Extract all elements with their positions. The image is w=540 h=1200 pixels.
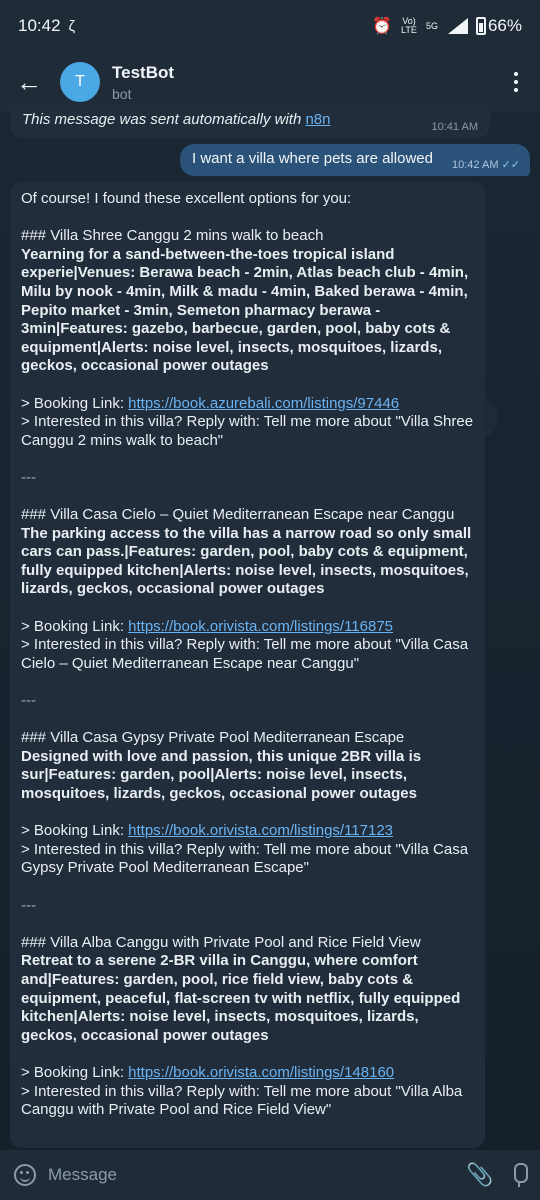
message-text: I want a villa where pets are allowed	[192, 150, 433, 167]
booking-line: > Booking Link: https://book.orivista.co…	[21, 617, 394, 635]
booking-link[interactable]: https://book.orivista.com/listings/11687…	[128, 618, 393, 635]
villa-heading: ### Villa Casa Gypsy Private Pool Medite…	[21, 729, 405, 747]
alarm-icon: ⏰	[372, 18, 392, 35]
separator: ---	[21, 896, 36, 914]
message-text: This message was sent automatically with	[22, 111, 306, 128]
message-time: 10:41 AM	[431, 121, 478, 133]
interest-line: > Interested in this villa? Reply with: …	[21, 840, 469, 877]
n8n-link[interactable]: n8n	[305, 111, 330, 128]
reply-intro: Of course! I found these excellent optio…	[21, 190, 352, 207]
interest-line: > Interested in this villa? Reply with: …	[21, 636, 469, 672]
incoming-message-partial: This message was sent automatically with…	[10, 104, 490, 138]
interest-line: > Interested in this villa? Reply with: …	[21, 1082, 463, 1119]
message-input[interactable]	[48, 1165, 466, 1185]
more-vert-icon[interactable]	[506, 72, 526, 92]
status-time: 10:42	[18, 16, 61, 35]
villa-details: Retreat to a serene 2-BR villa in Canggu…	[21, 952, 461, 1044]
booking-link[interactable]: https://book.azurebali.com/listings/9744…	[128, 395, 399, 412]
villa-details: Designed with love and passion, this uni…	[21, 747, 422, 802]
status-bar: 10:42 ζ ⏰ Vo) LTE 5G 66%	[0, 0, 540, 52]
booking-link[interactable]: https://book.orivista.com/listings/11712…	[128, 822, 393, 839]
avatar[interactable]: T	[60, 62, 100, 102]
network-type: 5G	[425, 20, 438, 31]
separator: ---	[21, 692, 36, 710]
chat-title-block[interactable]: TestBot bot	[112, 63, 174, 102]
booking-line: > Booking Link: https://book.azurebali.c…	[21, 394, 400, 412]
paperclip-icon[interactable]: 📎	[466, 1161, 494, 1189]
outgoing-message: I want a villa where pets are allowed 10…	[180, 144, 530, 176]
message-time: 10:42 AM ✓✓	[452, 159, 520, 171]
villa-details: Yearning for a sand-between-the-toes tro…	[21, 245, 469, 375]
villa-heading: ### Villa Alba Canggu with Private Pool …	[21, 933, 421, 951]
read-check-icon: ✓✓	[501, 159, 520, 171]
booking-line: > Booking Link: https://book.orivista.co…	[21, 1063, 395, 1081]
separator: ---	[21, 468, 36, 486]
incoming-message: Of course! I found these excellent optio…	[10, 182, 485, 1148]
villa-details: The parking access to the villa has a na…	[21, 524, 472, 598]
interest-line: > Interested in this villa? Reply with: …	[21, 413, 474, 449]
villa-heading: ### Villa Shree Canggu 2 mins walk to be…	[21, 227, 324, 245]
arrow-left-icon[interactable]: ←	[14, 69, 44, 95]
chat-header: ← T TestBot bot	[0, 52, 540, 112]
microphone-icon[interactable]	[512, 1163, 528, 1187]
signal-icon	[446, 18, 468, 34]
emoji-icon[interactable]	[14, 1164, 36, 1186]
chat-subtitle: bot	[112, 85, 132, 102]
booking-link[interactable]: https://book.orivista.com/listings/14816…	[128, 1064, 394, 1081]
message-input-bar: 📎	[0, 1150, 540, 1200]
volte-indicator: Vo) LTE	[401, 16, 417, 35]
notification-icon: ζ	[68, 17, 76, 35]
villa-heading: ### Villa Casa Cielo – Quiet Mediterrane…	[21, 506, 455, 524]
booking-line: > Booking Link: https://book.orivista.co…	[21, 822, 394, 840]
battery-icon	[475, 17, 486, 35]
chat-title: TestBot	[112, 62, 175, 82]
battery-percent: 66%	[487, 16, 522, 35]
